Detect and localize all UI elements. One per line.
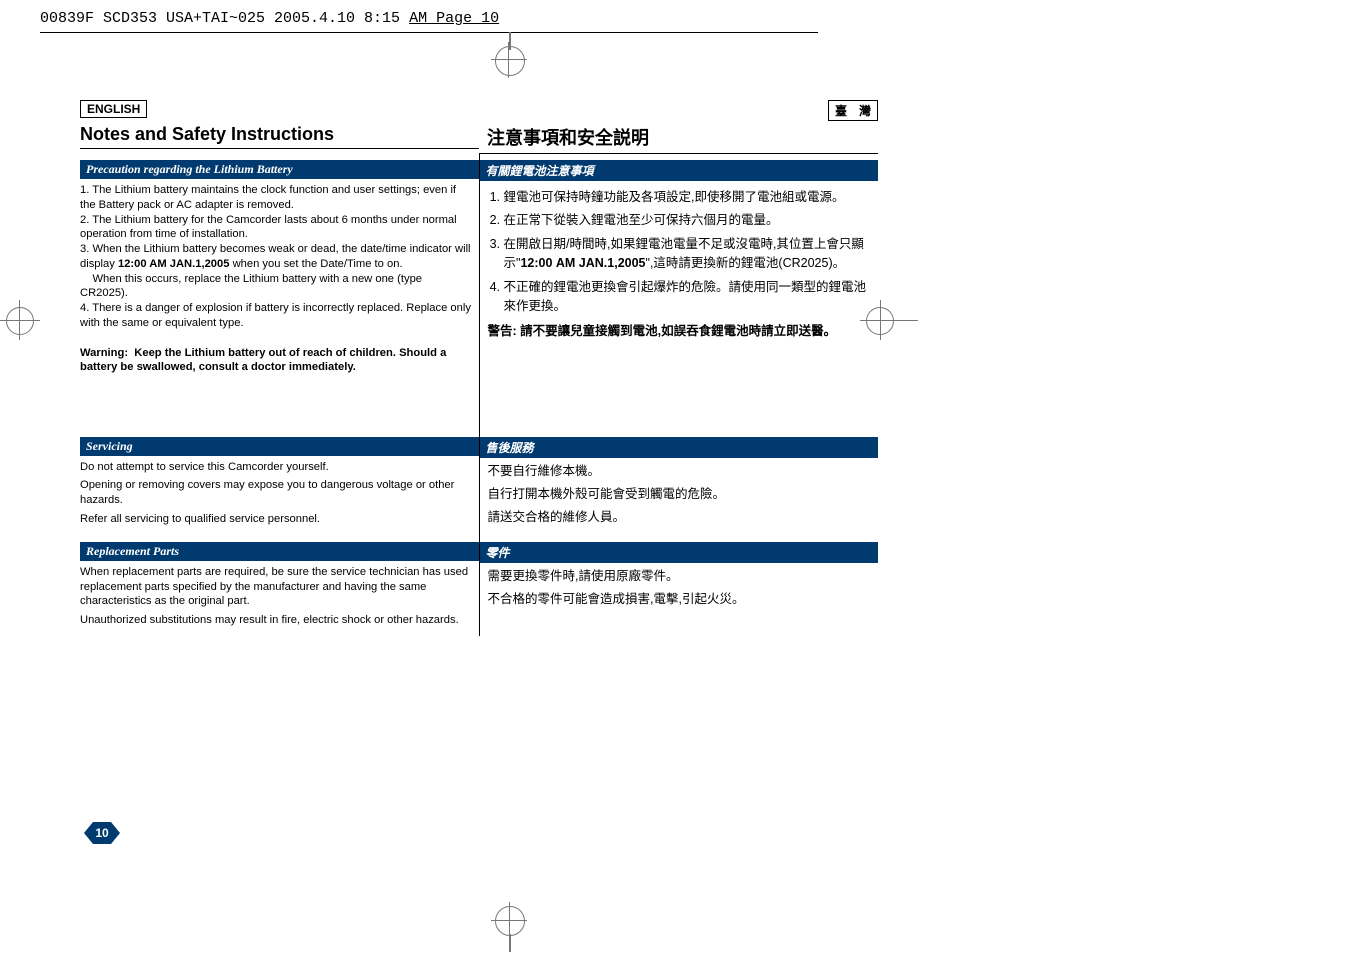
doc-title-left: Notes and Safety Instructions (80, 124, 479, 149)
rs3l2: 不合格的零件可能會造成損害,電擊,引起火災。 (488, 590, 879, 609)
section-bar-servicing-right: 售後服務 (480, 437, 879, 458)
section3-body-right: 需要更換零件時,請使用原廠零件。 不合格的零件可能會造成損害,電擊,引起火災。 (480, 563, 879, 618)
rs3l1: 需要更換零件時,請使用原廠零件。 (488, 567, 879, 586)
s3l1: When replacement parts are required, be … (80, 565, 473, 609)
registration-mark-right (858, 300, 918, 340)
crop-mark-top (495, 32, 525, 62)
header-pageno: 10 (481, 10, 499, 27)
header-prefix: 00839F SCD353 USA+TAI~025 2005.4.10 8:15 (40, 10, 409, 27)
page-number-badge: 10 (84, 822, 120, 844)
rli3b: 12:00 AM JAN.1,2005 (520, 256, 645, 270)
section2-body-right: 不要自行維修本機。 自行打開本機外殼可能會受到觸電的危險。 請送交合格的維修人員… (480, 458, 879, 536)
li3b: 12:00 AM JAN.1,2005 (118, 258, 230, 270)
page-footer: 10 (40, 790, 960, 880)
section-bar-servicing-left: Servicing (80, 437, 479, 456)
section-bar-parts-left: Replacement Parts (80, 542, 479, 561)
rli3c: ",這時請更換新的鋰電池(CR2025)。 (646, 256, 846, 270)
crop-mark-bottom (495, 906, 525, 946)
rs2l2: 自行打開本機外殼可能會受到觸電的危險。 (488, 485, 879, 504)
rs2l3: 請送交合格的維修人員。 (488, 508, 879, 527)
content-area: ENGLISH 臺 灣 Notes and Safety Instruction… (80, 100, 878, 636)
rli3: 在開啟日期/時間時,如果鋰電池電量不足或沒電時,其位置上會只顯示"12:00 A… (504, 235, 879, 274)
section1-body-right: 鋰電池可保持時鐘功能及各項設定,即使移開了電池組或電源。 在正常下從裝入鋰電池至… (480, 181, 879, 431)
doc-title-right: 注意事項和安全説明 (479, 124, 878, 154)
section2-body-left: Do not attempt to service this Camcorder… (80, 456, 479, 535)
s3l2: Unauthorized substitutions may result in… (80, 613, 473, 628)
warning-right: 警告: 請不要讓兒童接觸到電池,如誤吞食鋰電池時請立即送醫。 (488, 322, 879, 341)
rs2l1: 不要自行維修本機。 (488, 462, 879, 481)
s2l3: Refer all servicing to qualified service… (80, 512, 473, 527)
print-header: 00839F SCD353 USA+TAI~025 2005.4.10 8:15… (40, 10, 499, 27)
section-bar-lithium-right: 有關鋰電池注意事項 (480, 160, 879, 181)
warn-label: Warning: (80, 347, 128, 359)
li2: The Lithium battery for the Camcorder la… (80, 214, 457, 241)
lang-tag-taiwan: 臺 灣 (828, 100, 878, 121)
section-bar-parts-right: 零件 (480, 542, 879, 563)
lang-tag-english: ENGLISH (80, 100, 147, 118)
li3c: when you set the Date/Time to on. (229, 258, 402, 270)
registration-mark-left (0, 300, 42, 340)
li1: The Lithium battery maintains the clock … (80, 184, 456, 211)
warning-left: Warning: Keep the Lithium battery out of… (80, 346, 473, 376)
warn-text: Keep the Lithium battery out of reach of… (80, 347, 446, 374)
section1-body-left: 1. The Lithium battery maintains the clo… (80, 179, 479, 379)
li3d: When this occurs, replace the Lithium ba… (80, 273, 422, 300)
rli2: 在正常下從裝入鋰電池至少可保持六個月的電量。 (504, 211, 879, 230)
li4: There is a danger of explosion if batter… (80, 302, 471, 329)
s2l1: Do not attempt to service this Camcorder… (80, 460, 473, 475)
rli4: 不正確的鋰電池更換會引起爆炸的危險。請使用同一類型的鋰電池來作更換。 (504, 278, 879, 317)
header-ampage: AM Page (409, 10, 481, 27)
section3-body-left: When replacement parts are required, be … (80, 561, 479, 636)
top-rule (40, 32, 818, 33)
s2l2: Opening or removing covers may expose yo… (80, 478, 473, 508)
rli1: 鋰電池可保持時鐘功能及各項設定,即使移開了電池組或電源。 (504, 188, 879, 207)
section-bar-lithium-left: Precaution regarding the Lithium Battery (80, 160, 479, 179)
page-number-text: 10 (95, 826, 109, 840)
